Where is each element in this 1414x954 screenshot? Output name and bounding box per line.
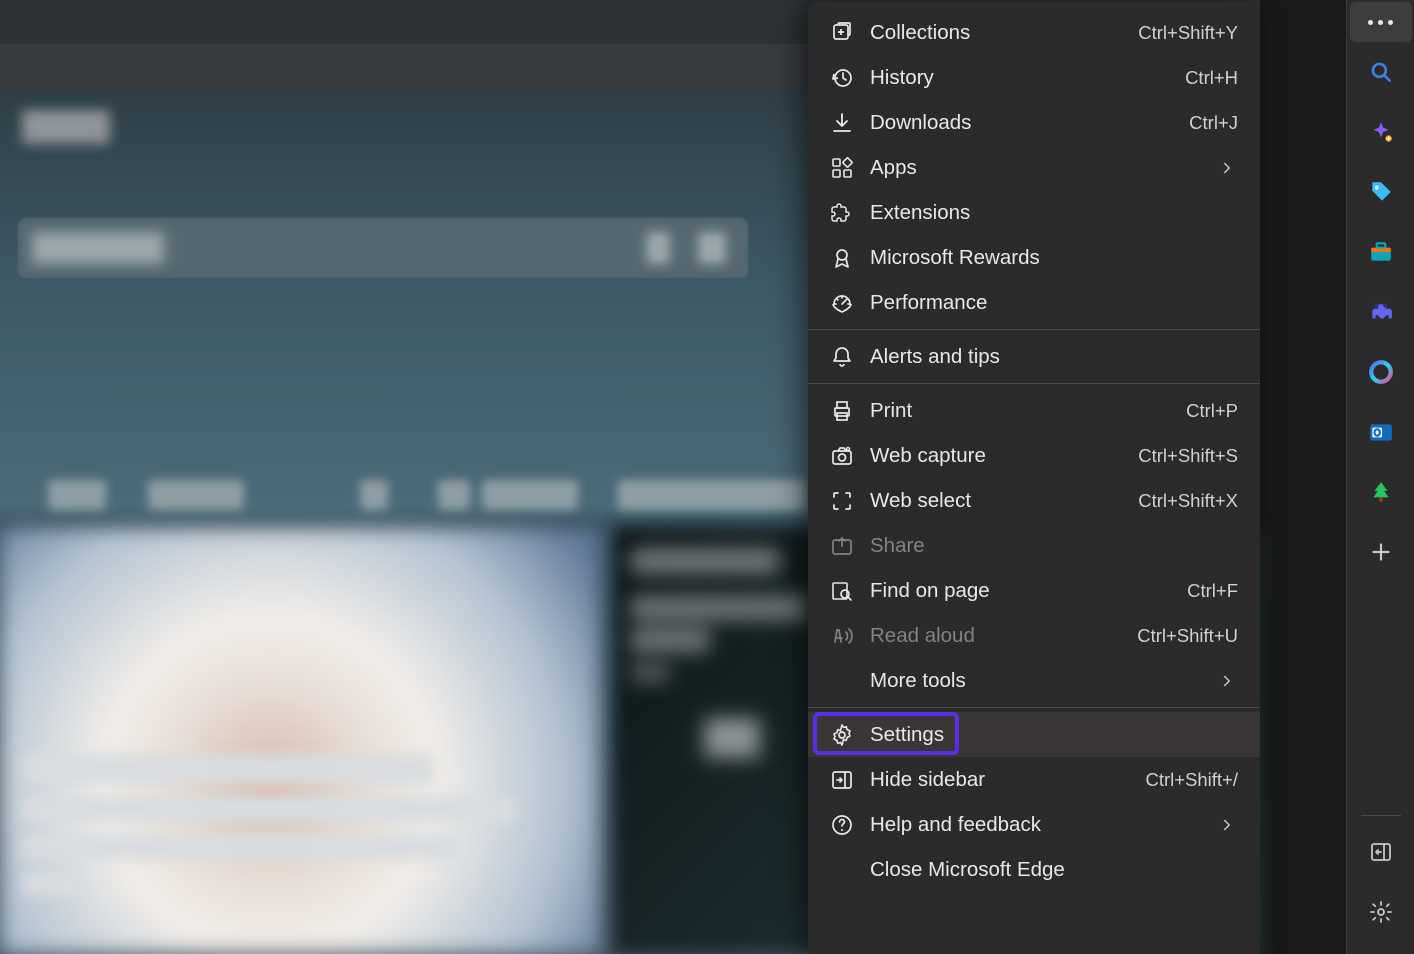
find-icon: [830, 579, 870, 603]
settings-icon: [830, 723, 870, 747]
menu-item-label: Read aloud: [870, 624, 1137, 648]
hidesidebar-icon: [830, 768, 870, 792]
nav-item[interactable]: [148, 480, 244, 510]
menu-item-label: More tools: [870, 669, 1218, 693]
menu-item-label: Web capture: [870, 444, 1138, 468]
menu-shortcut: Ctrl+H: [1185, 67, 1238, 89]
performance-icon: [830, 291, 870, 315]
sidebar-outlook-icon[interactable]: [1351, 402, 1411, 462]
menu-item-label: Close Microsoft Edge: [870, 858, 1238, 882]
downloads-icon: [830, 111, 870, 135]
menu-item-microsoft-rewards[interactable]: Microsoft Rewards: [808, 235, 1260, 280]
menu-shortcut: Ctrl+Shift+U: [1137, 625, 1238, 647]
menu-shortcut: Ctrl+P: [1186, 400, 1238, 422]
sidebar-plus-icon[interactable]: [1351, 522, 1411, 582]
collections-icon: [830, 21, 870, 45]
ellipsis-icon: [1368, 20, 1393, 25]
menu-item-label: Alerts and tips: [870, 345, 1238, 369]
rewards-icon: [830, 246, 870, 270]
page-search-box[interactable]: [18, 218, 748, 278]
right-sidebar: [1346, 0, 1414, 954]
menu-shortcut: Ctrl+F: [1187, 580, 1238, 602]
menu-shortcut: Ctrl+J: [1189, 112, 1238, 134]
menu-item-label: Collections: [870, 21, 1138, 45]
menu-item-label: History: [870, 66, 1185, 90]
more-button[interactable]: [1350, 2, 1412, 42]
menu-item-label: Performance: [870, 291, 1238, 315]
chevron-right-icon: [1218, 816, 1238, 834]
sidebar-gear-icon[interactable]: [1351, 882, 1411, 942]
nav-item[interactable]: [618, 480, 806, 510]
menu-item-performance[interactable]: Performance: [808, 280, 1260, 325]
menu-item-label: Settings: [870, 723, 1238, 747]
menu-item-label: Apps: [870, 156, 1218, 180]
share-icon: [830, 534, 870, 558]
menu-item-label: Print: [870, 399, 1186, 423]
menu-item-share: Share: [808, 523, 1260, 568]
menu-item-downloads[interactable]: DownloadsCtrl+J: [808, 100, 1260, 145]
menu-item-hide-sidebar[interactable]: Hide sidebarCtrl+Shift+/: [808, 757, 1260, 802]
extensions-icon: [830, 201, 870, 225]
sidebar-separator: [1361, 815, 1401, 816]
menu-item-help-and-feedback[interactable]: Help and feedback: [808, 802, 1260, 847]
chevron-right-icon: [1218, 672, 1238, 690]
article-card[interactable]: [0, 528, 600, 954]
sidebar-games-icon[interactable]: [1351, 282, 1411, 342]
menu-item-label: Find on page: [870, 579, 1187, 603]
readaloud-icon: [830, 624, 870, 648]
article-card-text: [24, 754, 544, 874]
menu-separator: [808, 329, 1260, 330]
bell-icon: [830, 345, 870, 369]
menu-item-label: Hide sidebar: [870, 768, 1145, 792]
menu-shortcut: Ctrl+Shift+/: [1145, 769, 1238, 791]
menu-item-web-capture[interactable]: Web captureCtrl+Shift+S: [808, 433, 1260, 478]
history-icon: [830, 66, 870, 90]
sidebar-shopping-tag-icon[interactable]: [1351, 162, 1411, 222]
sidebar-toolbox-icon[interactable]: [1351, 222, 1411, 282]
nav-item[interactable]: [482, 480, 578, 510]
menu-item-find-on-page[interactable]: Find on pageCtrl+F: [808, 568, 1260, 613]
menu-item-apps[interactable]: Apps: [808, 145, 1260, 190]
menu-item-label: Microsoft Rewards: [870, 246, 1238, 270]
menu-item-history[interactable]: HistoryCtrl+H: [808, 55, 1260, 100]
menu-item-read-aloud: Read aloudCtrl+Shift+U: [808, 613, 1260, 658]
help-icon: [830, 813, 870, 837]
nav-item[interactable]: [48, 480, 106, 510]
sidebar-office-icon[interactable]: [1351, 342, 1411, 402]
menu-item-more-tools[interactable]: More tools: [808, 658, 1260, 703]
menu-item-close-microsoft-edge[interactable]: Close Microsoft Edge: [808, 847, 1260, 892]
menu-item-alerts-and-tips[interactable]: Alerts and tips: [808, 334, 1260, 379]
menu-item-label: Extensions: [870, 201, 1238, 225]
sidebar-collapse-sidebar-icon[interactable]: [1351, 822, 1411, 882]
print-icon: [830, 399, 870, 423]
sidebar-search-icon[interactable]: [1351, 42, 1411, 102]
menu-item-print[interactable]: PrintCtrl+P: [808, 388, 1260, 433]
search-action-icon[interactable]: [646, 232, 670, 264]
menu-separator: [808, 707, 1260, 708]
menu-item-label: Help and feedback: [870, 813, 1218, 837]
apps-icon: [830, 156, 870, 180]
nav-item[interactable]: [360, 480, 388, 510]
site-logo: [22, 110, 110, 144]
menu-item-label: Web select: [870, 489, 1138, 513]
webcapture-icon: [830, 444, 870, 468]
menu-shortcut: Ctrl+Shift+X: [1138, 490, 1238, 512]
menu-item-web-select[interactable]: Web selectCtrl+Shift+X: [808, 478, 1260, 523]
sidebar-tree-icon[interactable]: [1351, 462, 1411, 522]
menu-shortcut: Ctrl+Shift+S: [1138, 445, 1238, 467]
menu-item-settings[interactable]: Settings: [808, 712, 1260, 757]
webselect-icon: [830, 489, 870, 513]
menu-item-extensions[interactable]: Extensions: [808, 190, 1260, 235]
menu-item-label: Downloads: [870, 111, 1189, 135]
search-placeholder: [32, 232, 164, 264]
menu-separator: [808, 383, 1260, 384]
menu-shortcut: Ctrl+Shift+Y: [1138, 22, 1238, 44]
nav-item[interactable]: [438, 480, 470, 510]
menu-item-label: Share: [870, 534, 1238, 558]
menu-item-collections[interactable]: CollectionsCtrl+Shift+Y: [808, 10, 1260, 55]
sidebar-ai-sparkle-icon[interactable]: [1351, 102, 1411, 162]
search-submit-icon[interactable]: [698, 232, 726, 264]
chevron-right-icon: [1218, 159, 1238, 177]
browser-menu: CollectionsCtrl+Shift+Y HistoryCtrl+H Do…: [808, 2, 1260, 954]
